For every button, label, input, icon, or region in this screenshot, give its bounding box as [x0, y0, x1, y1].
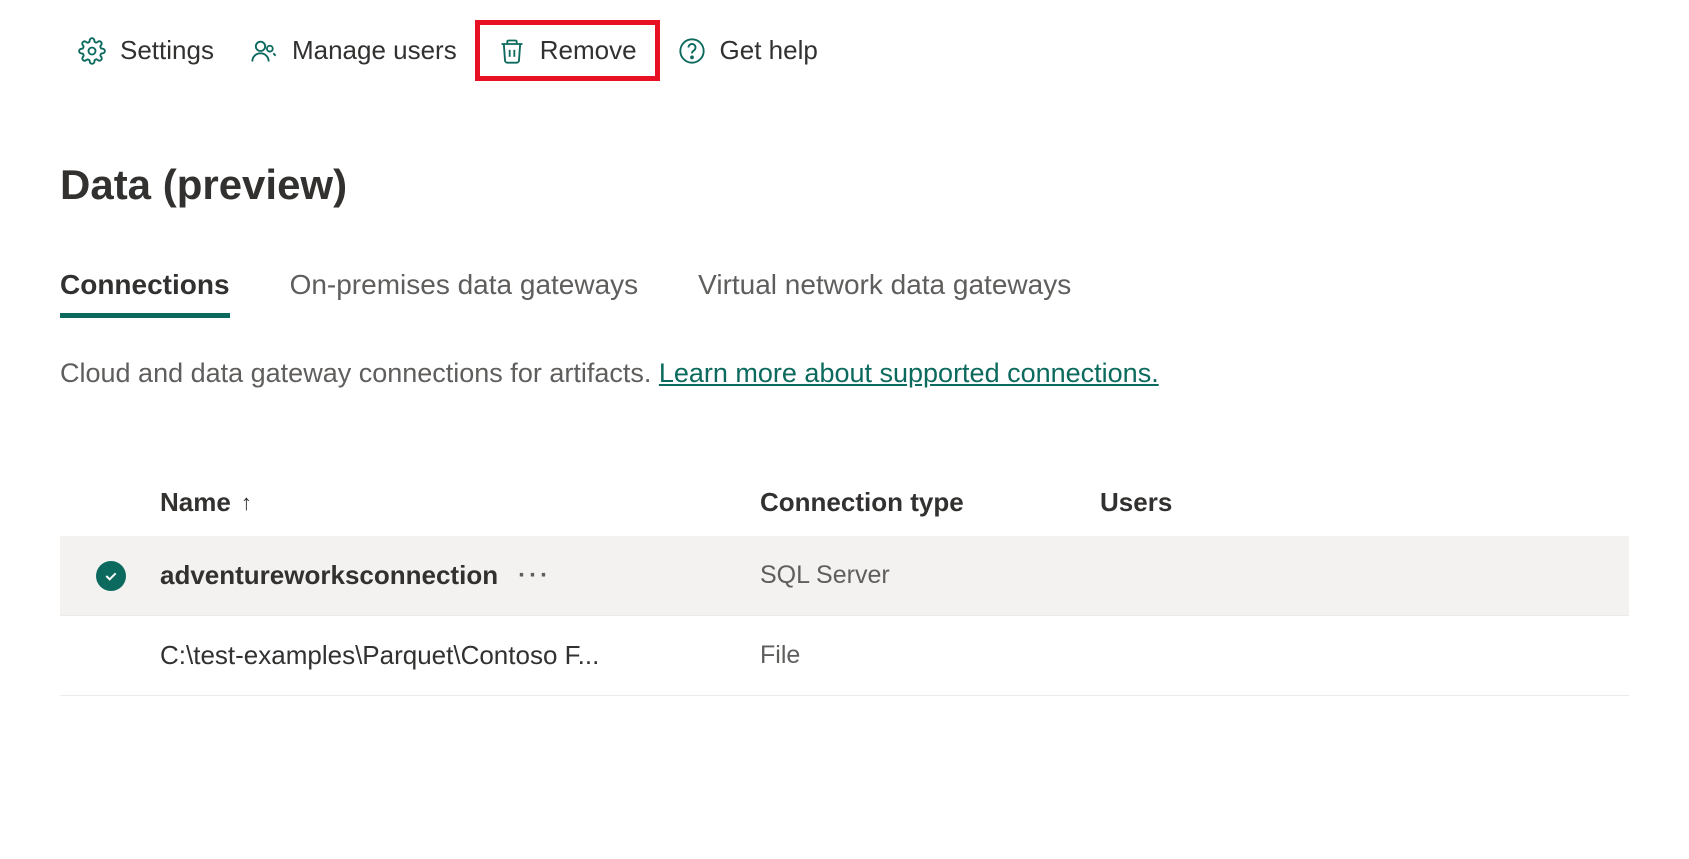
trash-icon	[498, 37, 526, 65]
connection-name: C:\test-examples\Parquet\Contoso F...	[160, 640, 599, 671]
get-help-button[interactable]: Get help	[660, 25, 836, 76]
tab-vnet-gateways[interactable]: Virtual network data gateways	[698, 269, 1071, 318]
tabs: Connections On-premises data gateways Vi…	[60, 269, 1629, 318]
description-text: Cloud and data gateway connections for a…	[60, 358, 659, 388]
connection-name: adventureworksconnection	[160, 560, 498, 591]
remove-highlight: Remove	[475, 20, 660, 81]
learn-more-link[interactable]: Learn more about supported connections.	[659, 358, 1159, 388]
get-help-label: Get help	[720, 35, 818, 66]
users-icon	[250, 37, 278, 65]
remove-label: Remove	[540, 35, 637, 66]
column-header-users[interactable]: Users	[1100, 487, 1629, 518]
row-name-cell: adventureworksconnection ···	[160, 560, 760, 591]
table-header: Name ↑ Connection type Users	[60, 469, 1629, 536]
row-name-cell: C:\test-examples\Parquet\Contoso F...	[160, 640, 760, 671]
tab-onprem-gateways[interactable]: On-premises data gateways	[290, 269, 639, 318]
sort-ascending-icon: ↑	[241, 490, 252, 516]
table-row[interactable]: adventureworksconnection ··· SQL Server	[60, 536, 1629, 616]
column-header-type[interactable]: Connection type	[760, 487, 1100, 518]
row-type-cell: SQL Server	[760, 561, 1100, 590]
toolbar: Settings Manage users Re	[0, 0, 1689, 101]
row-type-cell: File	[760, 641, 1100, 670]
tab-description: Cloud and data gateway connections for a…	[60, 358, 1629, 389]
manage-users-button[interactable]: Manage users	[232, 25, 475, 76]
row-selected-indicator	[90, 561, 160, 591]
connections-table: Name ↑ Connection type Users adventurewo…	[60, 469, 1629, 696]
page-title: Data (preview)	[60, 161, 1629, 209]
gear-icon	[78, 37, 106, 65]
more-options-icon[interactable]: ···	[518, 562, 551, 590]
name-header-label: Name	[160, 487, 231, 518]
column-header-name[interactable]: Name ↑	[160, 487, 760, 518]
settings-label: Settings	[120, 35, 214, 66]
page-content: Data (preview) Connections On-premises d…	[0, 101, 1689, 696]
help-icon	[678, 37, 706, 65]
check-circle-icon	[96, 561, 126, 591]
tab-connections[interactable]: Connections	[60, 269, 230, 318]
remove-button[interactable]: Remove	[480, 25, 655, 76]
table-row[interactable]: C:\test-examples\Parquet\Contoso F... Fi…	[60, 616, 1629, 696]
settings-button[interactable]: Settings	[60, 25, 232, 76]
manage-users-label: Manage users	[292, 35, 457, 66]
